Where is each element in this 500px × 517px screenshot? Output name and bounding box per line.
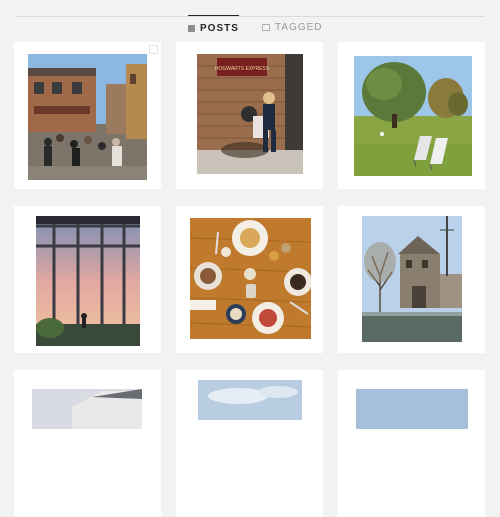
- post-partial-3[interactable]: [338, 370, 485, 517]
- post-park-deckchairs[interactable]: [338, 42, 485, 189]
- post-image: HOGWARTS EXPRESS: [197, 54, 303, 174]
- photo-grid: HOGWARTS EXPRESS: [14, 42, 485, 517]
- post-canal-building[interactable]: [338, 206, 485, 353]
- platform-sign: HOGWARTS EXPRESS: [215, 66, 270, 72]
- post-image: [354, 56, 472, 176]
- post-street-scene[interactable]: [14, 42, 161, 189]
- post-brunch-table[interactable]: [176, 206, 323, 353]
- post-image: [356, 389, 468, 429]
- post-image: [28, 54, 147, 180]
- post-image: [32, 389, 142, 429]
- tab-posts[interactable]: POSTS: [188, 15, 239, 40]
- tab-tagged-label: TAGGED: [275, 21, 323, 33]
- tab-tagged[interactable]: TAGGED: [262, 15, 322, 39]
- post-image: [198, 380, 302, 420]
- multi-photo-icon: [149, 45, 158, 54]
- profile-tabs: POSTS TAGGED: [0, 15, 500, 39]
- post-skyline-window[interactable]: [14, 206, 161, 353]
- post-image: [190, 218, 311, 339]
- post-image: [362, 216, 462, 342]
- post-platform-wall[interactable]: HOGWARTS EXPRESS: [176, 42, 323, 189]
- post-image: [36, 216, 140, 346]
- post-partial-1[interactable]: [14, 370, 161, 517]
- tag-icon: [262, 23, 270, 31]
- post-partial-2[interactable]: [176, 370, 323, 517]
- grid-icon: [188, 24, 195, 32]
- tab-posts-label: POSTS: [200, 22, 239, 34]
